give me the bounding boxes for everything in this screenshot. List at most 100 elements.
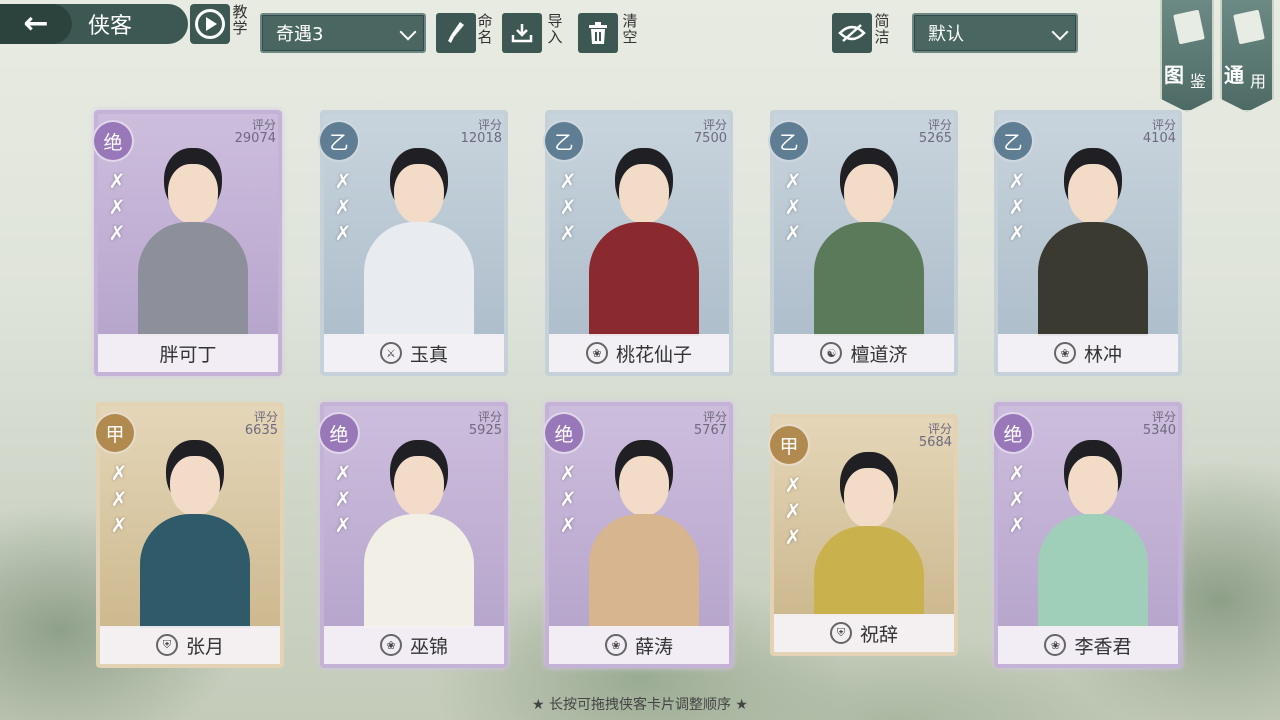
book-icon <box>1173 9 1205 45</box>
rank-badge: 乙 <box>318 120 360 162</box>
score-block: 评分 5684 <box>919 422 952 450</box>
hero-name: 李香君 <box>1074 635 1132 658</box>
hero-name-bar: ☯ 檀道济 <box>774 334 954 372</box>
score-label: 评分 <box>702 118 727 132</box>
hero-name: 林冲 <box>1083 343 1122 366</box>
hero-name-bar: ⛨ 祝辞 <box>774 614 954 652</box>
hero-card[interactable]: 乙 评分 12018 ✗ ✗ ✗ ⚔ 玉真 <box>318 110 508 376</box>
rank-badge: 绝 <box>92 120 134 162</box>
hero-figure <box>138 144 248 336</box>
hero-card[interactable]: 绝 评分 5340 ✗ ✗ ✗ ❀ 李香君 <box>992 402 1182 668</box>
score-block: 评分 7500 <box>694 118 727 146</box>
hero-name: 巫锦 <box>409 635 448 658</box>
page-title: 侠客 <box>88 14 133 39</box>
hero-name: 檀道济 <box>850 343 908 366</box>
hero-name: 祝辞 <box>859 623 898 646</box>
sword-rating: ✗ ✗ ✗ <box>110 461 128 537</box>
hero-name-bar: ❀ 巫锦 <box>324 626 504 664</box>
clear-label: 清空 <box>622 12 638 46</box>
hero-card[interactable]: 乙 评分 7500 ✗ ✗ ✗ ❀ 桃花仙子 <box>543 110 733 376</box>
hero-figure <box>814 144 924 336</box>
score-label: 评分 <box>927 422 952 436</box>
rank-badge: 绝 <box>318 412 360 454</box>
back-button[interactable]: ← 侠客 <box>0 4 188 44</box>
tutorial-button[interactable] <box>190 4 230 44</box>
general-label-2: 用 <box>1250 72 1267 91</box>
hero-card[interactable]: 乙 评分 5265 ✗ ✗ ✗ ☯ 檀道济 <box>768 110 958 376</box>
hero-card[interactable]: 绝 评分 5925 ✗ ✗ ✗ ❀ 巫锦 <box>318 402 508 668</box>
sword-rating: ✗ ✗ ✗ <box>784 473 802 549</box>
rank-badge: 绝 <box>992 412 1034 454</box>
hero-figure <box>814 448 924 616</box>
rank-badge: 绝 <box>543 412 585 454</box>
rank-badge: 甲 <box>94 412 136 454</box>
hero-figure <box>589 436 699 628</box>
simple-mode-button[interactable] <box>832 13 872 53</box>
hero-card[interactable]: 甲 评分 6635 ✗ ✗ ✗ ⛨ 张月 <box>94 402 284 668</box>
hero-card[interactable]: 乙 评分 4104 ✗ ✗ ✗ ❀ 林冲 <box>992 110 1182 376</box>
score-block: 评分 5340 <box>1143 410 1176 438</box>
shield-icon: ⛨ <box>155 634 178 656</box>
taiji-icon: ☯ <box>820 342 843 364</box>
trash-icon <box>589 22 607 44</box>
score-value: 5265 <box>918 131 952 146</box>
score-block: 评分 6635 <box>245 410 278 438</box>
general-button[interactable]: 通 用 <box>1220 0 1274 112</box>
hero-name-bar: ❀ 薛涛 <box>549 626 729 664</box>
sword-icon: ⚔ <box>379 342 402 364</box>
atlas-label-2: 鉴 <box>1190 72 1207 91</box>
hero-figure <box>364 144 474 336</box>
score-value: 5767 <box>693 423 727 438</box>
hero-figure <box>589 144 699 336</box>
hero-name: 薛涛 <box>634 635 673 658</box>
hero-name: 玉真 <box>409 343 448 366</box>
rename-label: 命名 <box>477 12 493 46</box>
score-value: 5340 <box>1142 423 1176 438</box>
clear-button[interactable] <box>578 13 618 53</box>
score-label: 评分 <box>251 118 276 132</box>
import-button[interactable] <box>502 13 542 53</box>
score-value: 29074 <box>234 131 276 146</box>
hero-figure <box>1038 436 1148 628</box>
score-label: 评分 <box>1151 118 1176 132</box>
atlas-button[interactable]: 图 鉴 <box>1160 0 1214 112</box>
score-label: 评分 <box>253 410 278 424</box>
lotus-icon: ❀ <box>585 342 608 364</box>
hero-card[interactable]: 绝 评分 29074 ✗ ✗ ✗ 胖可丁 <box>92 110 282 376</box>
back-arrow-icon: ← <box>0 4 72 44</box>
team-select[interactable]: 奇遇3 <box>260 13 426 53</box>
sword-rating: ✗ ✗ ✗ <box>334 461 352 537</box>
sword-rating: ✗ ✗ ✗ <box>1008 169 1026 245</box>
score-block: 评分 4104 <box>1143 118 1176 146</box>
scroll-icon <box>1233 9 1265 45</box>
sword-rating: ✗ ✗ ✗ <box>1008 461 1026 537</box>
brush-icon <box>448 22 464 43</box>
hero-name-bar: ❀ 林冲 <box>998 334 1178 372</box>
score-value: 7500 <box>693 131 727 146</box>
atlas-label-1: 图 <box>1164 63 1184 87</box>
hero-card[interactable]: 绝 评分 5767 ✗ ✗ ✗ ❀ 薛涛 <box>543 402 733 668</box>
hero-name-bar: ⛨ 张月 <box>100 626 280 664</box>
drag-hint: ★ 长按可拖拽侠客卡片调整顺序 ★ <box>531 697 748 713</box>
score-block: 评分 5767 <box>694 410 727 438</box>
eye-off-icon <box>838 24 866 42</box>
hero-card[interactable]: 甲 评分 5684 ✗ ✗ ✗ ⛨ 祝辞 <box>768 414 958 656</box>
sort-select[interactable]: 默认 <box>912 13 1078 53</box>
score-block: 评分 12018 <box>461 118 502 146</box>
hero-name-bar: ❀ 桃花仙子 <box>549 334 729 372</box>
rename-button[interactable] <box>436 13 476 53</box>
rank-badge: 甲 <box>768 424 810 466</box>
hero-figure <box>1038 144 1148 336</box>
sort-select-value: 默认 <box>928 24 964 45</box>
lotus-icon: ❀ <box>379 634 402 656</box>
team-select-value: 奇遇3 <box>276 24 324 45</box>
score-block: 评分 5925 <box>469 410 502 438</box>
sword-rating: ✗ ✗ ✗ <box>108 169 126 245</box>
chevron-down-icon <box>399 23 417 41</box>
hero-name-bar: ⚔ 玉真 <box>324 334 504 372</box>
score-label: 评分 <box>1151 410 1176 424</box>
lotus-icon: ❀ <box>1053 342 1076 364</box>
hero-name-bar: ❀ 李香君 <box>998 626 1178 664</box>
sword-rating: ✗ ✗ ✗ <box>334 169 352 245</box>
sword-rating: ✗ ✗ ✗ <box>784 169 802 245</box>
